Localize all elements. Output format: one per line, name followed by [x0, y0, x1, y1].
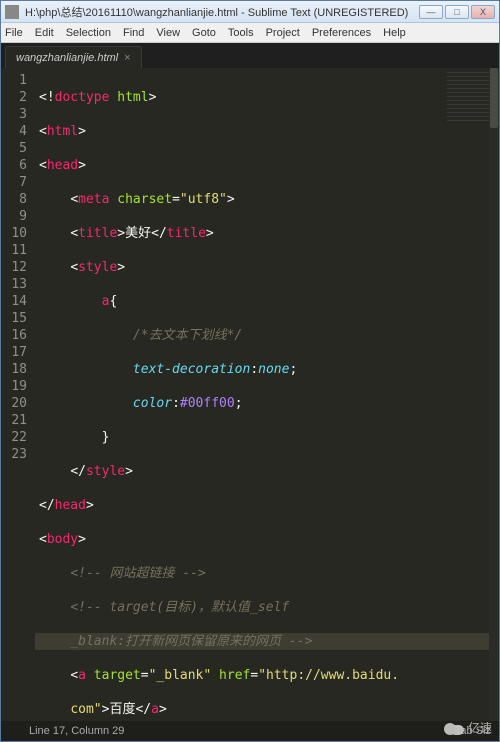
menu-tools[interactable]: Tools	[228, 27, 254, 39]
status-tab-size[interactable]: Tab Siz	[455, 725, 491, 737]
title-bar: H:\php\总结\20161110\wangzhanlianjie.html …	[1, 1, 499, 23]
gutter-line: 17	[1, 344, 27, 361]
gutter-line: 15	[1, 310, 27, 327]
code-line: <a target="_blank" href="http://www.baid…	[35, 667, 499, 684]
code-line: <!-- 网站超链接 -->	[35, 565, 499, 582]
code-line: <!doctype html>	[35, 89, 499, 106]
gutter-line: 18	[1, 361, 27, 378]
menu-file[interactable]: File	[5, 27, 23, 39]
gutter-line: 13	[1, 276, 27, 293]
gutter-line: 21	[1, 412, 27, 429]
gutter-line: 14	[1, 293, 27, 310]
window-title: H:\php\总结\20161110\wangzhanlianjie.html …	[25, 4, 419, 20]
editor-area: 1 2 3 4 5 6 7 8 9 10 11 12 13 14 15 16 1…	[1, 68, 499, 721]
code-line: /*去文本下划线*/	[35, 327, 499, 344]
gutter-line: 10	[1, 225, 27, 242]
gutter-line: 6	[1, 157, 27, 174]
gutter-line: 4	[1, 123, 27, 140]
code-line: <head>	[35, 157, 499, 174]
menu-bar: File Edit Selection Find View Goto Tools…	[1, 23, 499, 43]
gutter-line: 3	[1, 106, 27, 123]
gutter-line: 7	[1, 174, 27, 191]
menu-selection[interactable]: Selection	[66, 27, 111, 39]
gutter-line: 20	[1, 395, 27, 412]
code-line: color:#00ff00;	[35, 395, 499, 412]
tab-row: wangzhanlianjie.html ×	[1, 43, 499, 68]
tab-label: wangzhanlianjie.html	[16, 52, 118, 64]
menu-find[interactable]: Find	[123, 27, 144, 39]
close-icon[interactable]: ×	[124, 52, 130, 64]
status-bar: Line 17, Column 29 Tab Siz	[1, 721, 499, 741]
gutter-line: 12	[1, 259, 27, 276]
gutter-line: 2	[1, 89, 27, 106]
code-line: a{	[35, 293, 499, 310]
maximize-button[interactable]: □	[445, 5, 469, 19]
code-line: <!-- target(目标)，默认值_self	[35, 599, 499, 616]
menu-edit[interactable]: Edit	[35, 27, 54, 39]
gutter-line: 5	[1, 140, 27, 157]
minimap[interactable]	[447, 72, 489, 122]
scrollbar-vertical[interactable]	[489, 68, 499, 721]
gutter-line: 8	[1, 191, 27, 208]
menu-view[interactable]: View	[156, 27, 180, 39]
gutter-line: 19	[1, 378, 27, 395]
status-cursor[interactable]: Line 17, Column 29	[29, 725, 124, 737]
menu-preferences[interactable]: Preferences	[312, 27, 371, 39]
menu-help[interactable]: Help	[383, 27, 406, 39]
menu-project[interactable]: Project	[266, 27, 300, 39]
gutter-line: 22	[1, 429, 27, 446]
minimize-button[interactable]: —	[419, 5, 443, 19]
code-line-active: _blank:打开新网页保留原来的网页 -->	[35, 633, 499, 650]
code-line: </head>	[35, 497, 499, 514]
close-button[interactable]: X	[471, 5, 495, 19]
code-view[interactable]: <!doctype html> <html> <head> <meta char…	[35, 68, 499, 721]
scrollbar-thumb[interactable]	[490, 68, 498, 128]
window-buttons: — □ X	[419, 5, 495, 19]
code-line: text-decoration:none;	[35, 361, 499, 378]
code-line: <style>	[35, 259, 499, 276]
line-gutter: 1 2 3 4 5 6 7 8 9 10 11 12 13 14 15 16 1…	[1, 68, 35, 721]
code-line: <html>	[35, 123, 499, 140]
gutter-line: 1	[1, 72, 27, 89]
code-line: </style>	[35, 463, 499, 480]
code-line: <body>	[35, 531, 499, 548]
code-line: <title>美好</title>	[35, 225, 499, 242]
code-line: com">百度</a>	[35, 701, 499, 718]
app-icon	[5, 5, 19, 19]
gutter-line: 9	[1, 208, 27, 225]
gutter-line: 11	[1, 242, 27, 259]
gutter-line: 23	[1, 446, 27, 463]
gutter-line: 16	[1, 327, 27, 344]
menu-goto[interactable]: Goto	[192, 27, 216, 39]
tab-file[interactable]: wangzhanlianjie.html ×	[5, 46, 142, 68]
app-window: H:\php\总结\20161110\wangzhanlianjie.html …	[0, 0, 500, 742]
code-line: }	[35, 429, 499, 446]
code-line: <meta charset="utf8">	[35, 191, 499, 208]
